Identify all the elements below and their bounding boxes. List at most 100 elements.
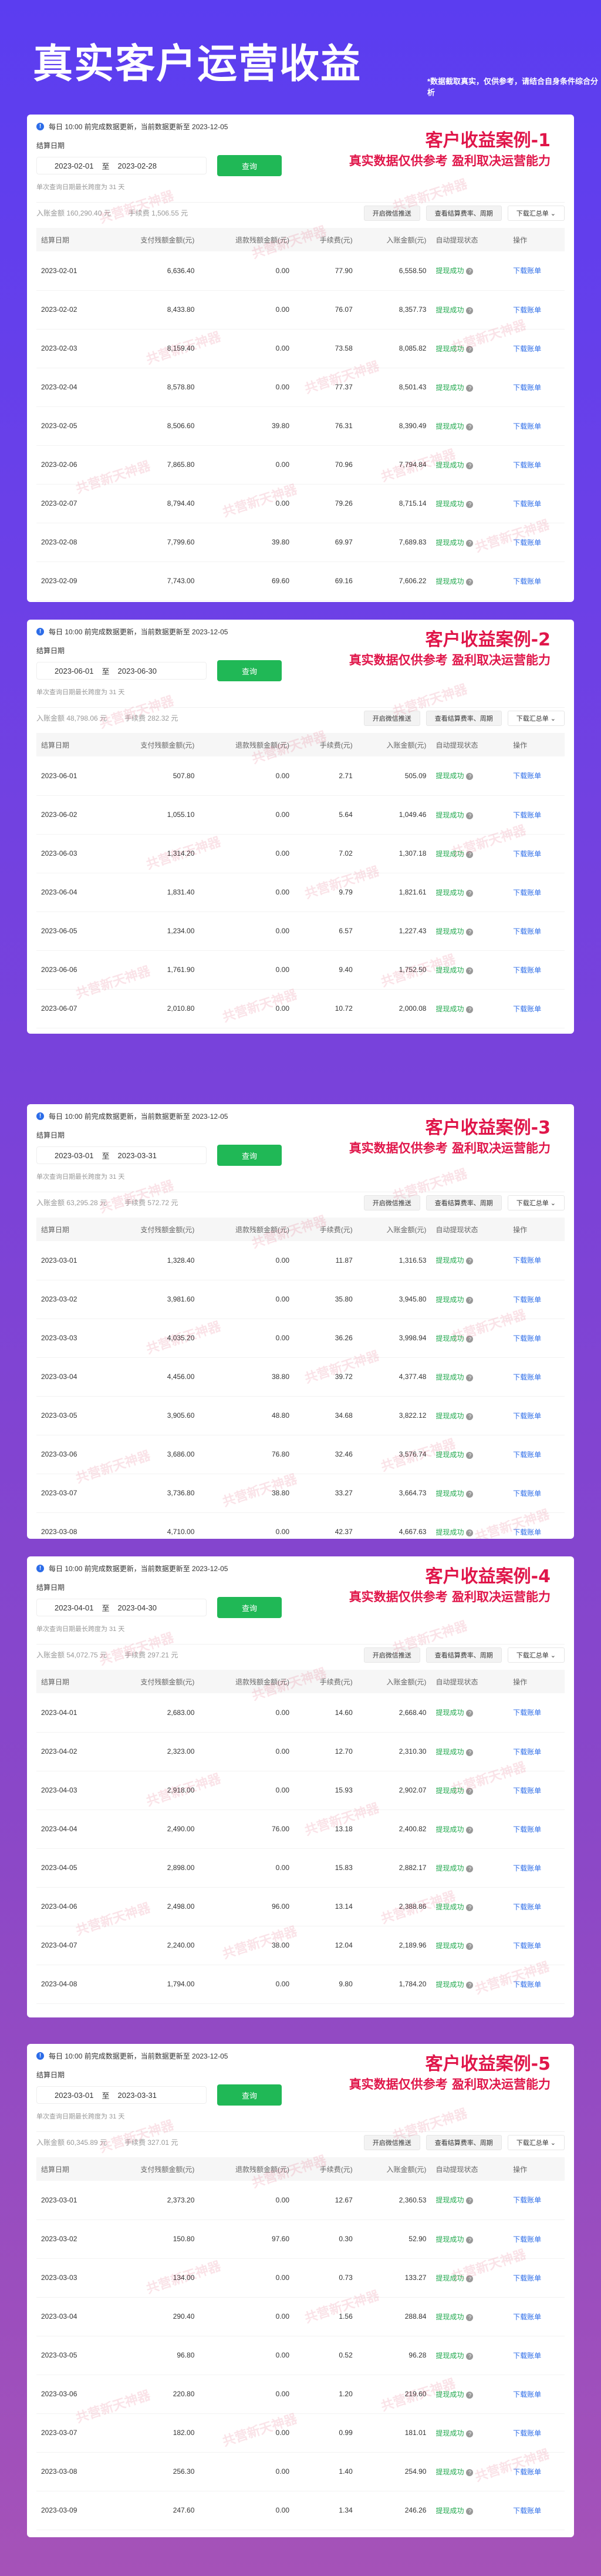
download-bill-link[interactable]: 下载账单 <box>508 523 565 562</box>
start-date[interactable]: 2023-02-01 <box>55 162 94 170</box>
download-bill-link[interactable]: 下载账单 <box>508 1028 565 1034</box>
download-bill-link[interactable]: 下载账单 <box>508 1357 565 1397</box>
view-rate-button[interactable]: 查看结算费率、周期 <box>426 2134 502 2150</box>
query-button[interactable]: 查询 <box>217 155 282 176</box>
download-bill-link[interactable]: 下载账单 <box>508 795 565 835</box>
view-rate-button[interactable]: 查看结算费率、周期 <box>426 1195 502 1210</box>
wechat-push-button[interactable]: 开启微信推送 <box>363 1647 420 1663</box>
download-bill-link[interactable]: 下载账单 <box>508 1512 565 1539</box>
download-bill-link[interactable]: 下载账单 <box>508 1848 565 1888</box>
download-bill-link[interactable]: 下载账单 <box>508 1693 565 1733</box>
help-icon[interactable]: ? <box>466 462 474 469</box>
download-summary-button[interactable]: 下载汇总单 ⌄ <box>507 205 565 221</box>
download-bill-link[interactable]: 下载账单 <box>508 2297 565 2336</box>
download-bill-link[interactable]: 下载账单 <box>508 2375 565 2414</box>
wechat-push-button[interactable]: 开启微信推送 <box>363 205 420 221</box>
help-icon[interactable]: ? <box>466 2430 474 2437</box>
help-icon[interactable]: ? <box>466 1865 474 1872</box>
help-icon[interactable]: ? <box>466 1413 474 1420</box>
query-button[interactable]: 查询 <box>217 1145 282 1166</box>
download-summary-button[interactable]: 下载汇总单 ⌄ <box>507 710 565 726</box>
query-button[interactable]: 查询 <box>217 1597 282 1618</box>
download-bill-link[interactable]: 下载账单 <box>508 251 565 291</box>
download-bill-link[interactable]: 下载账单 <box>508 1435 565 1474</box>
help-icon[interactable]: ? <box>466 2352 474 2360</box>
download-bill-link[interactable]: 下载账单 <box>508 989 565 1028</box>
download-bill-link[interactable]: 下载账单 <box>508 1396 565 1435</box>
query-button[interactable]: 查询 <box>217 660 282 681</box>
end-date[interactable]: 2023-03-31 <box>118 1151 157 1160</box>
help-icon[interactable]: ? <box>466 2236 474 2244</box>
help-icon[interactable]: ? <box>466 2197 474 2205</box>
download-summary-button[interactable]: 下载汇总单 ⌄ <box>507 1195 565 1210</box>
start-date[interactable]: 2023-03-01 <box>55 2091 94 2100</box>
download-bill-link[interactable]: 下载账单 <box>508 1474 565 1513</box>
download-bill-link[interactable]: 下载账单 <box>508 873 565 912</box>
date-range-picker[interactable]: 2023-06-01 至 2023-06-30 <box>36 662 207 680</box>
help-icon[interactable]: ? <box>466 1529 474 1536</box>
download-bill-link[interactable]: 下载账单 <box>508 912 565 951</box>
download-bill-link[interactable]: 下载账单 <box>508 484 565 523</box>
download-bill-link[interactable]: 下载账单 <box>508 290 565 329</box>
view-rate-button[interactable]: 查看结算费率、周期 <box>426 205 502 221</box>
end-date[interactable]: 2023-06-30 <box>118 667 157 675</box>
help-icon[interactable]: ? <box>466 773 474 781</box>
help-icon[interactable]: ? <box>466 1257 474 1265</box>
download-bill-link[interactable]: 下载账单 <box>508 2413 565 2453</box>
help-icon[interactable]: ? <box>466 1451 474 1459</box>
download-bill-link[interactable]: 下载账单 <box>508 2003 565 2017</box>
start-date[interactable]: 2023-03-01 <box>55 1151 94 1160</box>
view-rate-button[interactable]: 查看结算费率、周期 <box>426 1647 502 1663</box>
help-icon[interactable]: ? <box>466 2275 474 2282</box>
date-range-picker[interactable]: 2023-04-01 至 2023-04-30 <box>36 1599 207 1616</box>
start-date[interactable]: 2023-04-01 <box>55 1603 94 1612</box>
download-summary-button[interactable]: 下载汇总单 ⌄ <box>507 2134 565 2150</box>
date-range-picker[interactable]: 2023-03-01 至 2023-03-31 <box>36 2086 207 2104</box>
download-bill-link[interactable]: 下载账单 <box>508 2219 565 2259</box>
help-icon[interactable]: ? <box>466 1981 474 1989</box>
download-bill-link[interactable]: 下载账单 <box>508 2530 565 2537</box>
download-bill-link[interactable]: 下载账单 <box>508 834 565 873</box>
start-date[interactable]: 2023-06-01 <box>55 667 94 675</box>
help-icon[interactable]: ? <box>466 1787 474 1795</box>
help-icon[interactable]: ? <box>466 500 474 508</box>
help-icon[interactable]: ? <box>466 1904 474 1911</box>
help-icon[interactable]: ? <box>466 889 474 897</box>
download-bill-link[interactable]: 下载账单 <box>508 1926 565 1965</box>
download-bill-link[interactable]: 下载账单 <box>508 1887 565 1926</box>
download-bill-link[interactable]: 下载账单 <box>508 2181 565 2220</box>
download-bill-link[interactable]: 下载账单 <box>508 600 565 602</box>
help-icon[interactable]: ? <box>466 1005 474 1013</box>
download-bill-link[interactable]: 下载账单 <box>508 1732 565 1771</box>
help-icon[interactable]: ? <box>466 539 474 547</box>
query-button[interactable]: 查询 <box>217 2084 282 2106</box>
help-icon[interactable]: ? <box>466 2313 474 2321</box>
help-icon[interactable]: ? <box>466 578 474 586</box>
help-icon[interactable]: ? <box>466 1374 474 1381</box>
download-bill-link[interactable]: 下载账单 <box>508 329 565 368</box>
help-icon[interactable]: ? <box>466 268 474 275</box>
download-bill-link[interactable]: 下载账单 <box>508 1771 565 1810</box>
help-icon[interactable]: ? <box>466 345 474 353</box>
download-bill-link[interactable]: 下载账单 <box>508 368 565 407</box>
end-date[interactable]: 2023-02-28 <box>118 162 157 170</box>
help-icon[interactable]: ? <box>466 928 474 936</box>
help-icon[interactable]: ? <box>466 1335 474 1343</box>
help-icon[interactable]: ? <box>466 850 474 858</box>
download-bill-link[interactable]: 下载账单 <box>508 1241 565 1280</box>
download-bill-link[interactable]: 下载账单 <box>508 1810 565 1849</box>
help-icon[interactable]: ? <box>466 1490 474 1498</box>
end-date[interactable]: 2023-03-31 <box>118 2091 157 2100</box>
wechat-push-button[interactable]: 开启微信推送 <box>363 710 420 726</box>
help-icon[interactable]: ? <box>466 1296 474 1304</box>
help-icon[interactable]: ? <box>466 2391 474 2399</box>
help-icon[interactable]: ? <box>466 812 474 819</box>
download-bill-link[interactable]: 下载账单 <box>508 2491 565 2530</box>
help-icon[interactable]: ? <box>466 1710 474 1717</box>
download-bill-link[interactable]: 下载账单 <box>508 950 565 990</box>
view-rate-button[interactable]: 查看结算费率、周期 <box>426 710 502 726</box>
date-range-picker[interactable]: 2023-02-01 至 2023-02-28 <box>36 157 207 174</box>
download-bill-link[interactable]: 下载账单 <box>508 2258 565 2298</box>
help-icon[interactable]: ? <box>466 307 474 314</box>
help-icon[interactable]: ? <box>466 2507 474 2515</box>
